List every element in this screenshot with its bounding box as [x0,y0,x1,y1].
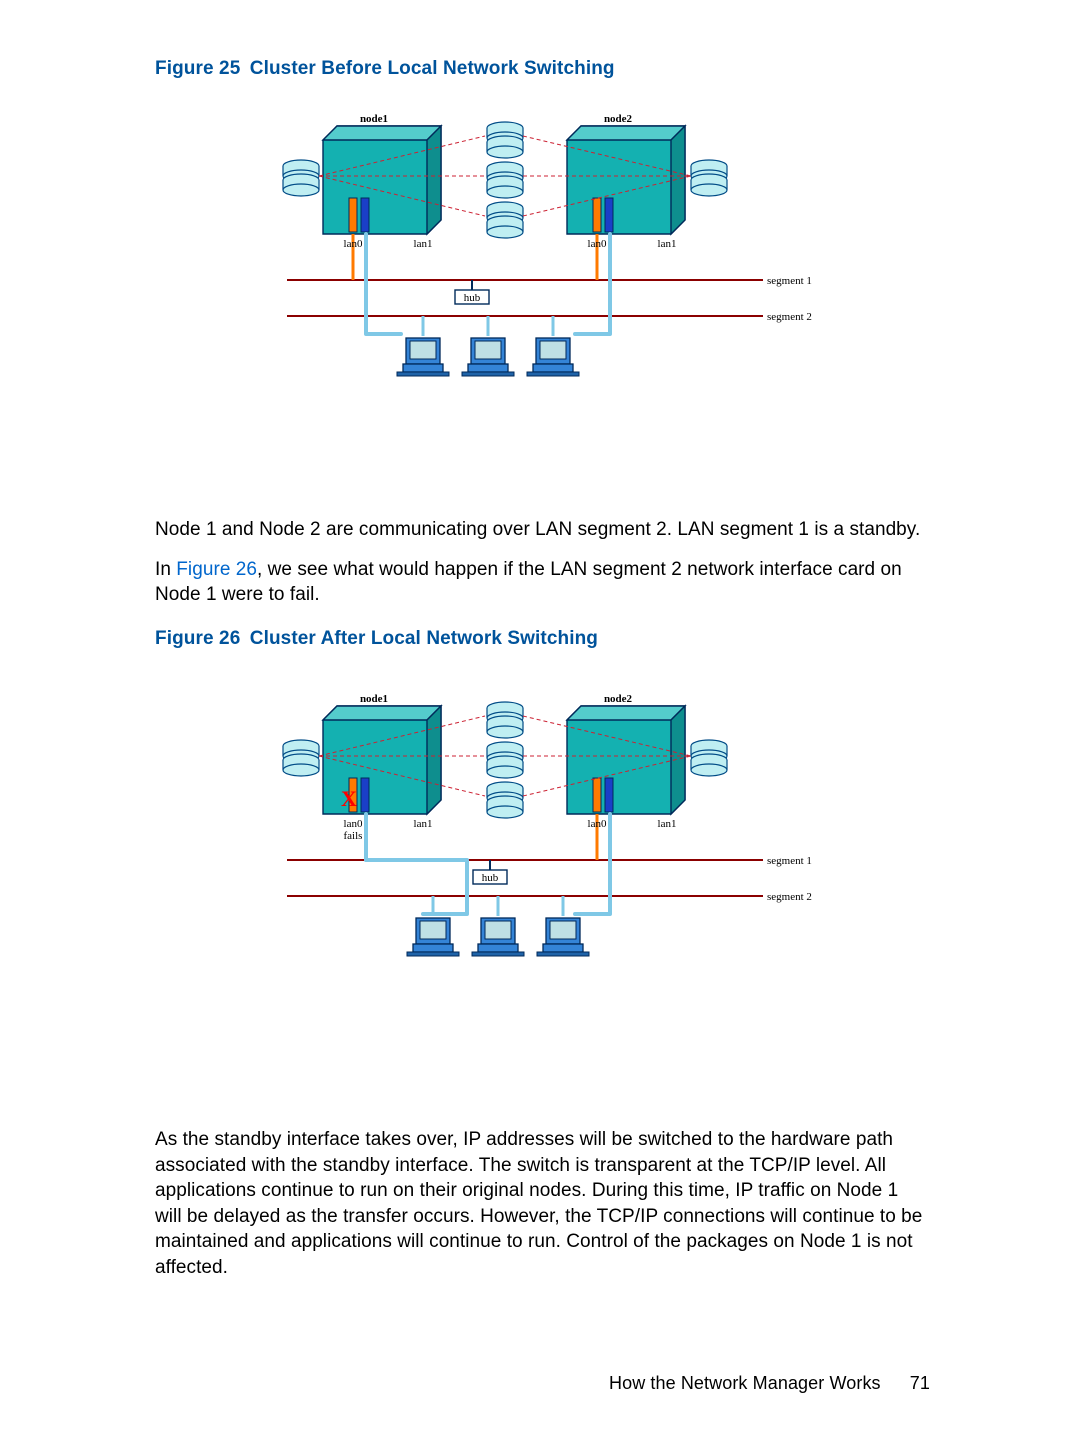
lan0-b-label: lan0 [587,238,606,250]
lan1-b-label-2: lan1 [657,818,676,830]
para1-line1: Node 1 and Node 2 are communicating over… [155,519,920,540]
lan1-a-label: lan1 [413,238,432,250]
hub-label-2: hub [481,872,498,884]
footer-page-number: 71 [910,1373,930,1393]
figure-25-prefix: Figure 25 [155,58,240,79]
segment1-label-2: segment 1 [767,855,812,867]
paragraph-1: Node 1 and Node 2 are communicating over… [155,517,930,608]
node2-label: node2 [603,113,632,125]
figure-26-caption: Figure 26 Cluster After Local Network Sw… [155,628,930,650]
figure-26-diagram: X [155,682,930,1017]
failure-x-icon: X [341,786,357,811]
figure-26-title: Cluster After Local Network Switching [250,628,598,649]
segment1-label: segment 1 [767,275,812,287]
paragraph-2: As the standby interface takes over, IP … [155,1127,930,1281]
lan0-a-label: lan0 [343,238,362,250]
figure-25-title: Cluster Before Local Network Switching [250,58,615,79]
segment2-label-2: segment 2 [767,891,812,903]
node1-label-2: node1 [359,693,387,705]
hub-label: hub [463,292,480,304]
lan0-b-label-2: lan0 [587,818,606,830]
figure-26-xref[interactable]: Figure 26 [176,559,257,580]
node2-label-2: node2 [603,693,632,705]
figure-26-prefix: Figure 26 [155,628,240,649]
lan1-b-label: lan1 [657,238,676,250]
fails-label: fails [343,830,362,842]
figure-25-caption: Figure 25 Cluster Before Local Network S… [155,58,930,80]
cluster-network-diagram-after-icon: X [263,682,823,1017]
cluster-network-diagram-icon: hub node1 node2 [263,102,823,437]
para1-line2a: In [155,559,176,580]
lan1-a-label-2: lan1 [413,818,432,830]
para1-line2b: , we see what would happen if the LAN se… [155,559,902,606]
node1-label: node1 [359,113,387,125]
footer-section: How the Network Manager Works [609,1373,881,1393]
figure-25-diagram: hub node1 node2 [155,102,930,437]
segment2-label: segment 2 [767,311,812,323]
page-footer: How the Network Manager Works 71 [609,1373,930,1394]
lan0-a-label-2: lan0 [343,818,362,830]
page: Figure 25 Cluster Before Local Network S… [0,0,1080,1438]
